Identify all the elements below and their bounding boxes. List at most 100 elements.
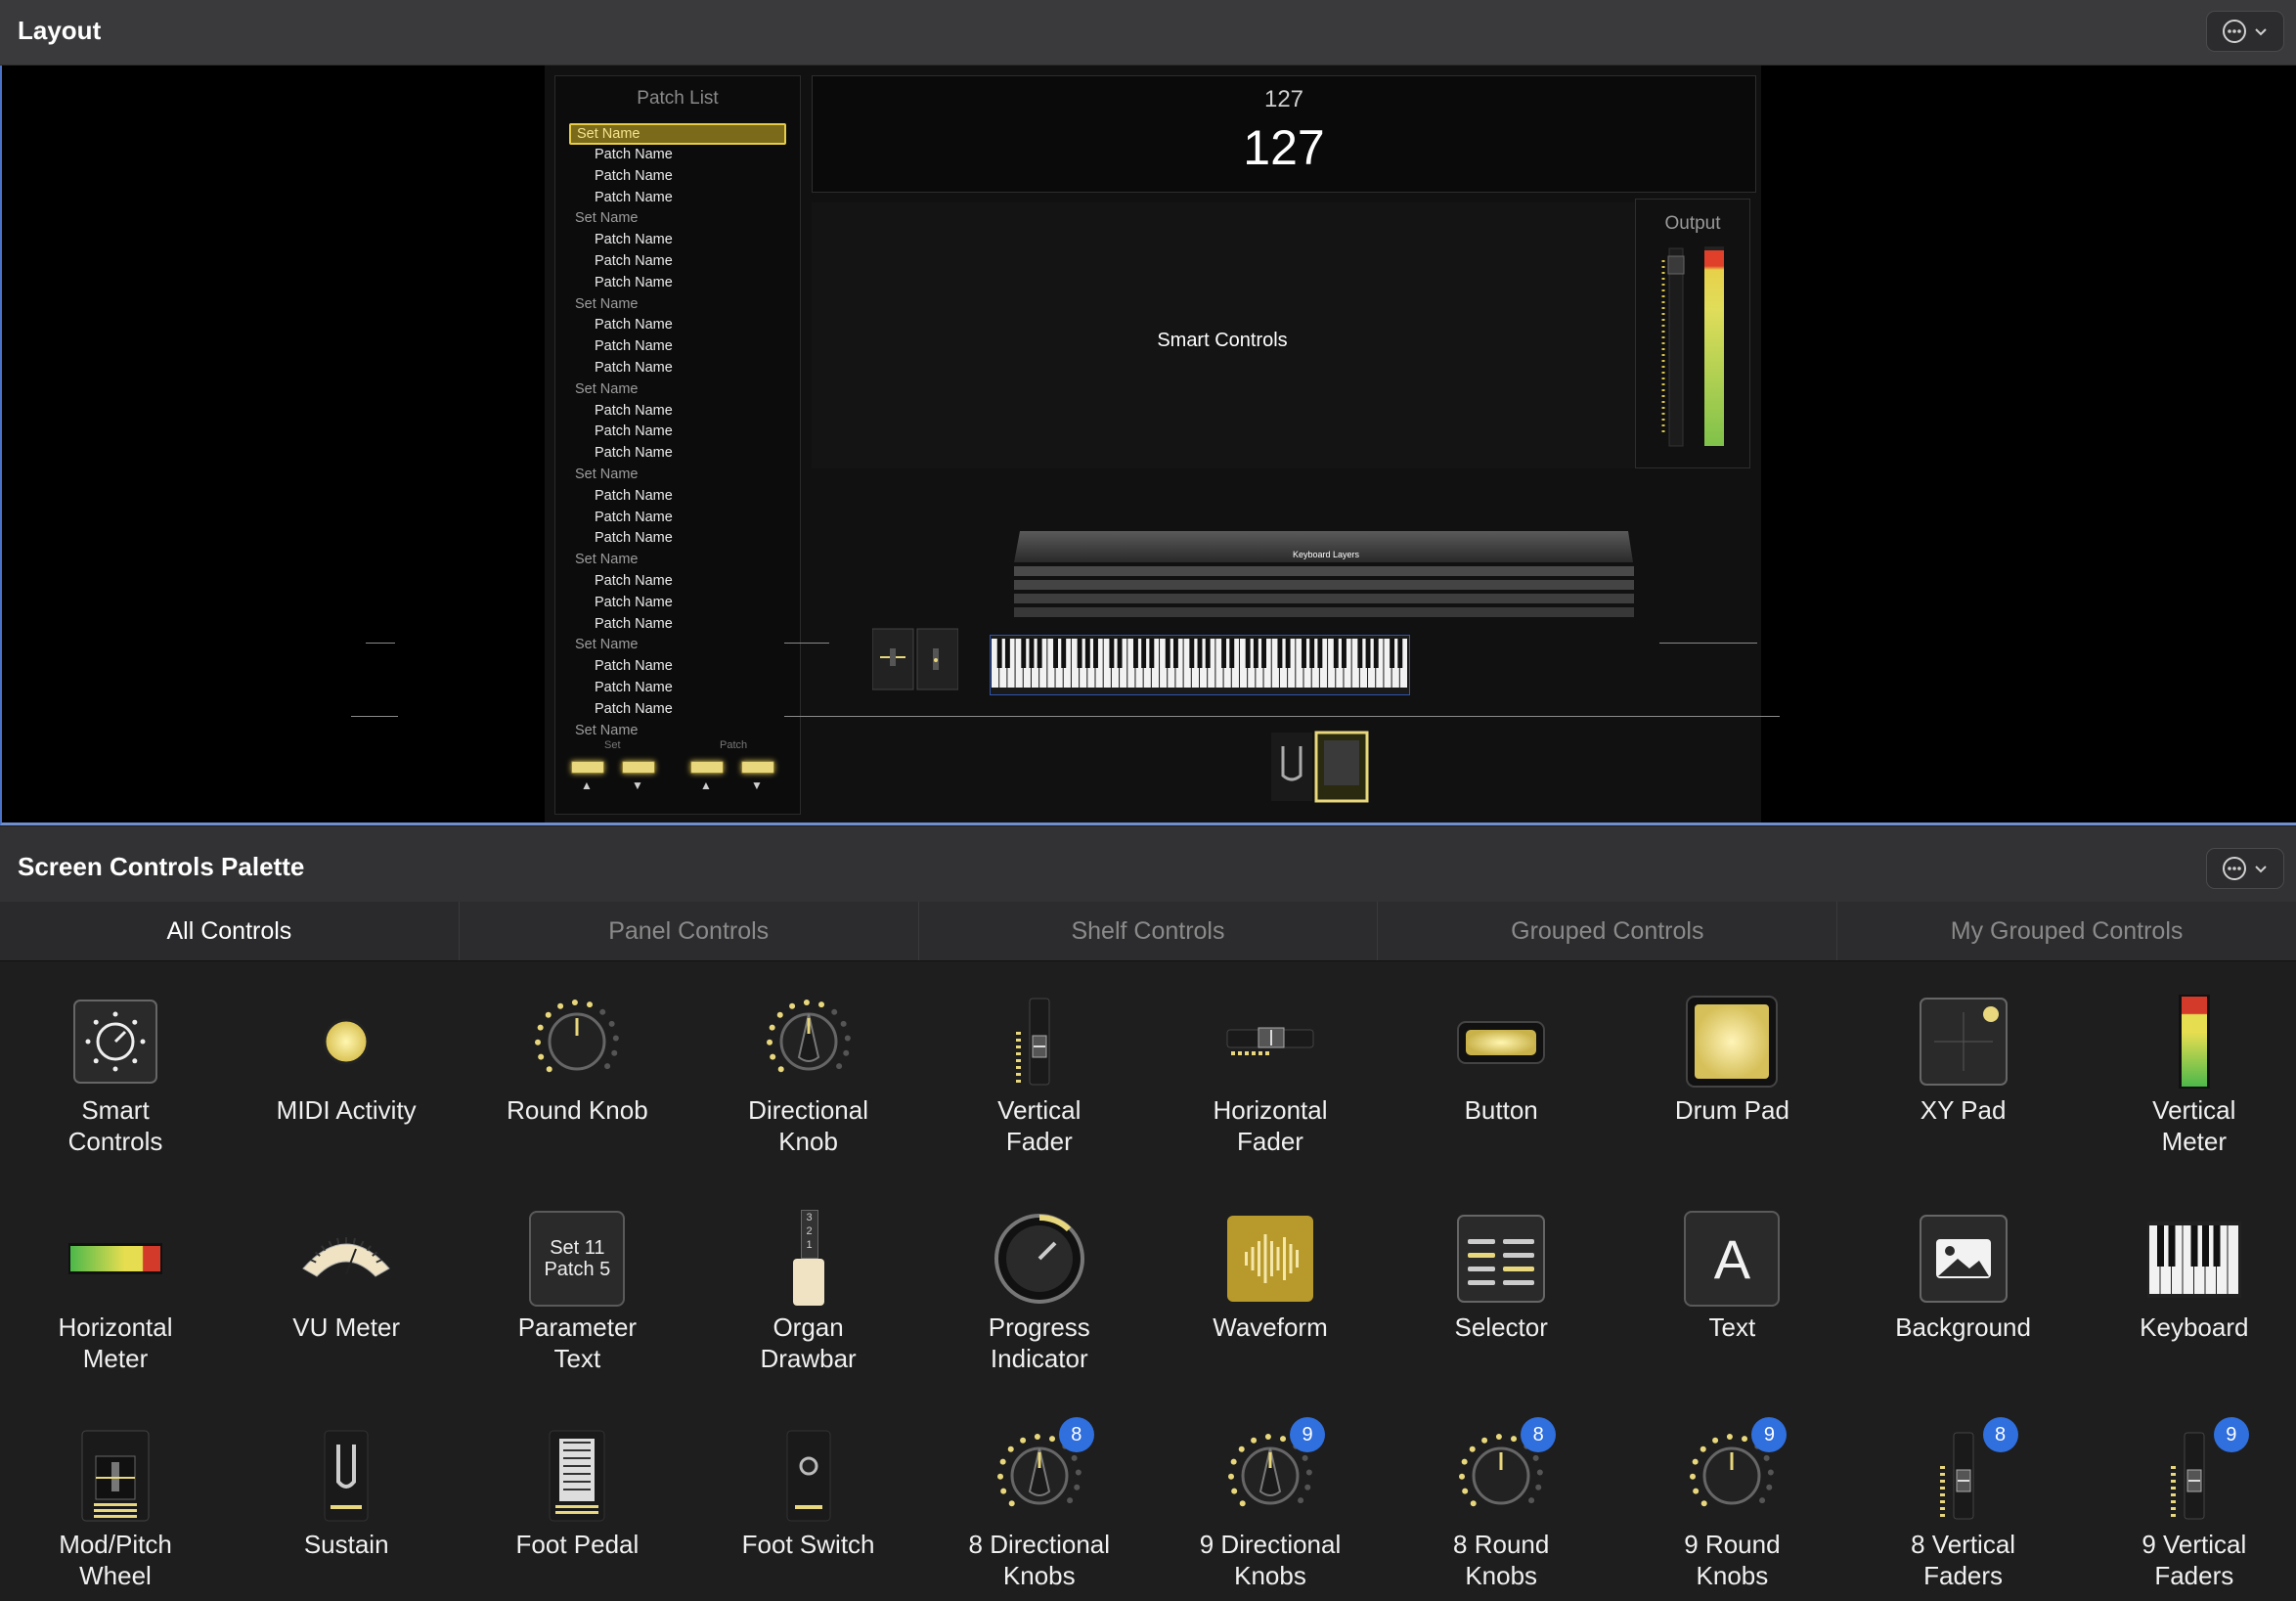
patch-name-row[interactable]: Patch Name bbox=[569, 166, 786, 188]
vu-meter-control[interactable]: VU Meter bbox=[231, 1179, 462, 1384]
black-key[interactable] bbox=[1221, 639, 1227, 668]
8-directional-knobs-control[interactable]: 8 8 Directional Knobs bbox=[924, 1396, 1155, 1601]
parameter-text-control[interactable]: Set 11 Patch 5 Parameter Text bbox=[462, 1179, 692, 1384]
patch-name-row[interactable]: Patch Name bbox=[569, 230, 786, 251]
sustain-control[interactable]: Sustain bbox=[231, 1396, 462, 1601]
tab-my-grouped-controls[interactable]: My Grouped Controls bbox=[1836, 902, 2296, 960]
patch-name-row[interactable]: Patch Name bbox=[569, 678, 786, 699]
black-key[interactable] bbox=[1077, 639, 1082, 668]
patch-name-row[interactable]: Patch Name bbox=[569, 571, 786, 593]
layout-mod-pitch-wheels[interactable] bbox=[872, 625, 958, 693]
8-vertical-faders-control[interactable]: 8 8 Vertical Faders bbox=[1848, 1396, 2079, 1601]
patch-name-row[interactable]: Patch Name bbox=[569, 656, 786, 678]
set-down-button[interactable] bbox=[622, 761, 655, 774]
patch-name-row[interactable]: Patch Name bbox=[569, 443, 786, 465]
layout-canvas[interactable]: Patch List Set Name Patch Name Patch Name P… bbox=[0, 66, 2296, 825]
set-name-row[interactable]: Set Name bbox=[569, 465, 786, 486]
patch-name-row[interactable]: Patch Name bbox=[569, 593, 786, 614]
patch-name-row[interactable]: Patch Name bbox=[569, 508, 786, 529]
black-key[interactable] bbox=[1390, 639, 1395, 668]
patch-down-button[interactable] bbox=[741, 761, 774, 774]
black-key[interactable] bbox=[1397, 639, 1403, 668]
black-key[interactable] bbox=[1197, 639, 1203, 668]
patch-name-row[interactable]: Patch Name bbox=[569, 528, 786, 550]
patch-name-row[interactable]: Patch Name bbox=[569, 336, 786, 358]
patch-name-row[interactable]: Patch Name bbox=[569, 188, 786, 209]
black-key[interactable] bbox=[1189, 639, 1195, 668]
8-round-knobs-control[interactable]: 8 8 Round Knobs bbox=[1386, 1396, 1616, 1601]
patch-up-button[interactable] bbox=[690, 761, 724, 774]
black-key[interactable] bbox=[1133, 639, 1138, 668]
black-key[interactable] bbox=[1109, 639, 1115, 668]
black-key[interactable] bbox=[1165, 639, 1170, 668]
black-key[interactable] bbox=[1309, 639, 1315, 668]
set-name-row[interactable]: Set Name bbox=[569, 550, 786, 571]
set-up-button[interactable] bbox=[571, 761, 604, 774]
patch-name-row[interactable]: Patch Name bbox=[569, 315, 786, 336]
9-round-knobs-control[interactable]: 9 9 Round Knobs bbox=[1616, 1396, 1847, 1601]
selector-control[interactable]: Selector bbox=[1386, 1179, 1616, 1384]
black-key[interactable] bbox=[1342, 639, 1347, 668]
black-key[interactable] bbox=[1205, 639, 1211, 668]
midi-activity-control[interactable]: MIDI Activity bbox=[231, 961, 462, 1167]
vertical-fader-control[interactable]: Vertical Fader bbox=[924, 961, 1155, 1167]
black-key[interactable] bbox=[1245, 639, 1251, 668]
button-control[interactable]: Button bbox=[1386, 961, 1616, 1167]
black-key[interactable] bbox=[1053, 639, 1058, 668]
patch-name-row[interactable]: Patch Name bbox=[569, 358, 786, 379]
horizontal-meter-control[interactable]: Horizontal Meter bbox=[0, 1179, 231, 1384]
directional-knob-control[interactable]: Directional Knob bbox=[693, 961, 924, 1167]
black-key[interactable] bbox=[1253, 639, 1258, 668]
black-key[interactable] bbox=[1357, 639, 1363, 668]
tab-grouped-controls[interactable]: Grouped Controls bbox=[1377, 902, 1837, 960]
black-key[interactable] bbox=[1229, 639, 1235, 668]
black-key[interactable] bbox=[1172, 639, 1178, 668]
xy-pad-control[interactable]: XY Pad bbox=[1848, 961, 2079, 1167]
black-key[interactable] bbox=[1037, 639, 1042, 668]
smart-controls-area[interactable]: Smart Controls bbox=[812, 202, 1638, 468]
black-key[interactable] bbox=[1317, 639, 1323, 668]
set-name-row[interactable]: Set Name bbox=[569, 379, 786, 401]
mod-pitch-wheel-control[interactable]: Mod/Pitch Wheel bbox=[0, 1396, 231, 1601]
keyboard-layers-shelf[interactable]: Keyboard Layers bbox=[1012, 523, 1640, 621]
black-key[interactable] bbox=[1084, 639, 1090, 668]
round-knob-control[interactable]: Round Knob bbox=[462, 961, 692, 1167]
black-key[interactable] bbox=[1285, 639, 1291, 668]
patch-name-row[interactable]: Patch Name bbox=[569, 145, 786, 166]
9-directional-knobs-control[interactable]: 9 9 Directional Knobs bbox=[1155, 1396, 1386, 1601]
keyboard-control[interactable]: Keyboard bbox=[2079, 1179, 2296, 1384]
black-key[interactable] bbox=[1333, 639, 1339, 668]
black-key[interactable] bbox=[996, 639, 1002, 668]
tab-all-controls[interactable]: All Controls bbox=[0, 902, 459, 960]
black-key[interactable] bbox=[1021, 639, 1027, 668]
set-name-row[interactable]: Set Name bbox=[569, 208, 786, 230]
text-control[interactable]: A Text bbox=[1616, 1179, 1847, 1384]
black-key[interactable] bbox=[1373, 639, 1379, 668]
black-key[interactable] bbox=[1149, 639, 1155, 668]
patch-name-row[interactable]: Patch Name bbox=[569, 251, 786, 273]
vertical-meter-control[interactable]: Vertical Meter bbox=[2079, 961, 2296, 1167]
9-vertical-faders-control[interactable]: 9 9 Vertical Faders bbox=[2079, 1396, 2296, 1601]
black-key[interactable] bbox=[1061, 639, 1067, 668]
black-key[interactable] bbox=[1261, 639, 1266, 668]
patch-name-row[interactable]: Patch Name bbox=[569, 422, 786, 443]
foot-switch-control[interactable]: Foot Switch bbox=[693, 1396, 924, 1601]
progress-indicator-control[interactable]: Progress Indicator bbox=[924, 1179, 1155, 1384]
tab-shelf-controls[interactable]: Shelf Controls bbox=[917, 902, 1378, 960]
parameter-display[interactable]: 127 127 bbox=[812, 75, 1756, 193]
black-key[interactable] bbox=[1365, 639, 1371, 668]
layout-pedals[interactable] bbox=[1261, 727, 1371, 809]
tab-panel-controls[interactable]: Panel Controls bbox=[458, 902, 918, 960]
organ-drawbar-control[interactable]: 3 2 1 Organ Drawbar bbox=[693, 1179, 924, 1384]
foot-pedal-control[interactable]: Foot Pedal bbox=[462, 1396, 692, 1601]
set-name-row[interactable]: Set Name bbox=[569, 294, 786, 316]
smart-controls-control[interactable]: Smart Controls bbox=[0, 961, 231, 1167]
patch-list[interactable]: Patch List Set Name Patch Name Patch Name P… bbox=[554, 75, 801, 815]
patch-name-row[interactable]: Patch Name bbox=[569, 699, 786, 721]
background-control[interactable]: Background bbox=[1848, 1179, 2079, 1384]
patch-name-row[interactable]: Patch Name bbox=[569, 273, 786, 294]
horizontal-fader-control[interactable]: Horizontal Fader bbox=[1155, 961, 1386, 1167]
black-key[interactable] bbox=[1141, 639, 1147, 668]
black-key[interactable] bbox=[1277, 639, 1283, 668]
black-key[interactable] bbox=[1302, 639, 1306, 668]
